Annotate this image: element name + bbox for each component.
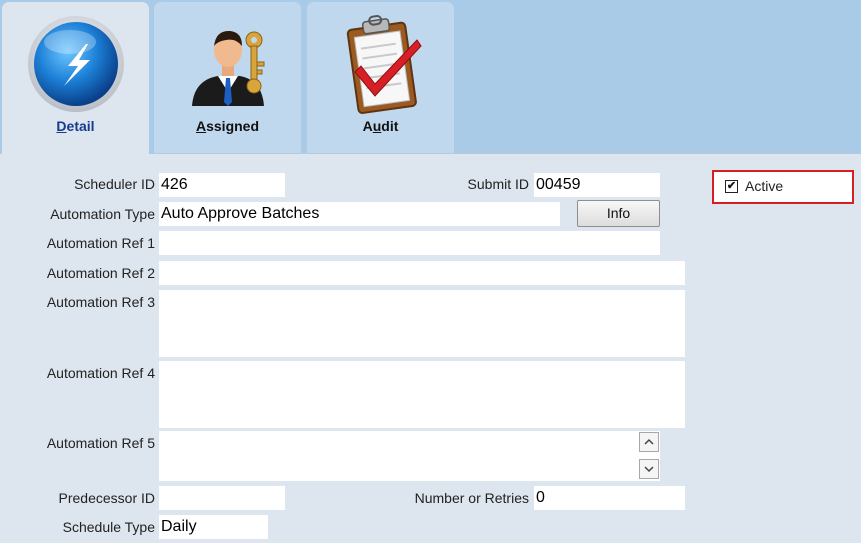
predecessor-id-label: Predecessor ID xyxy=(58,490,155,506)
automation-ref-5-field[interactable] xyxy=(159,431,660,481)
automation-type-field[interactable] xyxy=(159,202,560,226)
submit-id-field[interactable] xyxy=(534,173,660,197)
tab-detail-label: Detail xyxy=(56,118,95,134)
automation-ref-1-label: Automation Ref 1 xyxy=(46,235,155,251)
tab-detail[interactable]: Detail xyxy=(2,2,149,154)
clipboard-check-icon xyxy=(346,15,422,114)
automation-ref-4-label: Automation Ref 4 xyxy=(46,365,155,381)
active-checkbox-container[interactable]: ✔ Active xyxy=(712,170,854,204)
automation-ref-4-field[interactable] xyxy=(159,361,685,428)
automation-type-label: Automation Type xyxy=(50,206,155,222)
scheduler-id-label: Scheduler ID xyxy=(74,176,155,192)
tab-audit-label: Audit xyxy=(362,118,399,134)
automation-ref-2-label: Automation Ref 2 xyxy=(46,265,155,281)
active-checkbox[interactable]: ✔ xyxy=(725,180,738,193)
scroll-down-button[interactable] xyxy=(639,459,659,479)
schedule-type-field[interactable] xyxy=(159,515,268,539)
automation-ref-3-label: Automation Ref 3 xyxy=(46,294,155,310)
user-key-icon xyxy=(191,30,264,106)
automation-ref-1-field[interactable] xyxy=(159,231,660,255)
number-of-retries-field[interactable] xyxy=(534,486,685,510)
chevron-down-icon xyxy=(644,466,654,473)
schedule-type-label: Schedule Type xyxy=(62,519,155,535)
lightning-orb-icon xyxy=(27,16,124,112)
scroll-up-button[interactable] xyxy=(639,432,659,452)
active-label: Active xyxy=(745,178,784,194)
chevron-up-icon xyxy=(644,438,654,445)
predecessor-id-field[interactable] xyxy=(159,486,285,510)
automation-ref-5-label: Automation Ref 5 xyxy=(46,435,155,451)
tab-assigned-label: Assigned xyxy=(195,118,260,134)
tab-audit[interactable]: Audit xyxy=(307,2,454,153)
info-button[interactable]: Info xyxy=(577,200,660,227)
automation-ref-2-field[interactable] xyxy=(159,261,685,285)
tab-bar: Detail Assigned Audit xyxy=(0,0,861,154)
number-of-retries-label: Number or Retries xyxy=(414,490,529,506)
submit-id-label: Submit ID xyxy=(467,176,529,192)
tab-assigned[interactable]: Assigned xyxy=(154,2,301,153)
scheduler-id-field[interactable] xyxy=(159,173,285,197)
automation-ref-3-field[interactable] xyxy=(159,290,685,357)
